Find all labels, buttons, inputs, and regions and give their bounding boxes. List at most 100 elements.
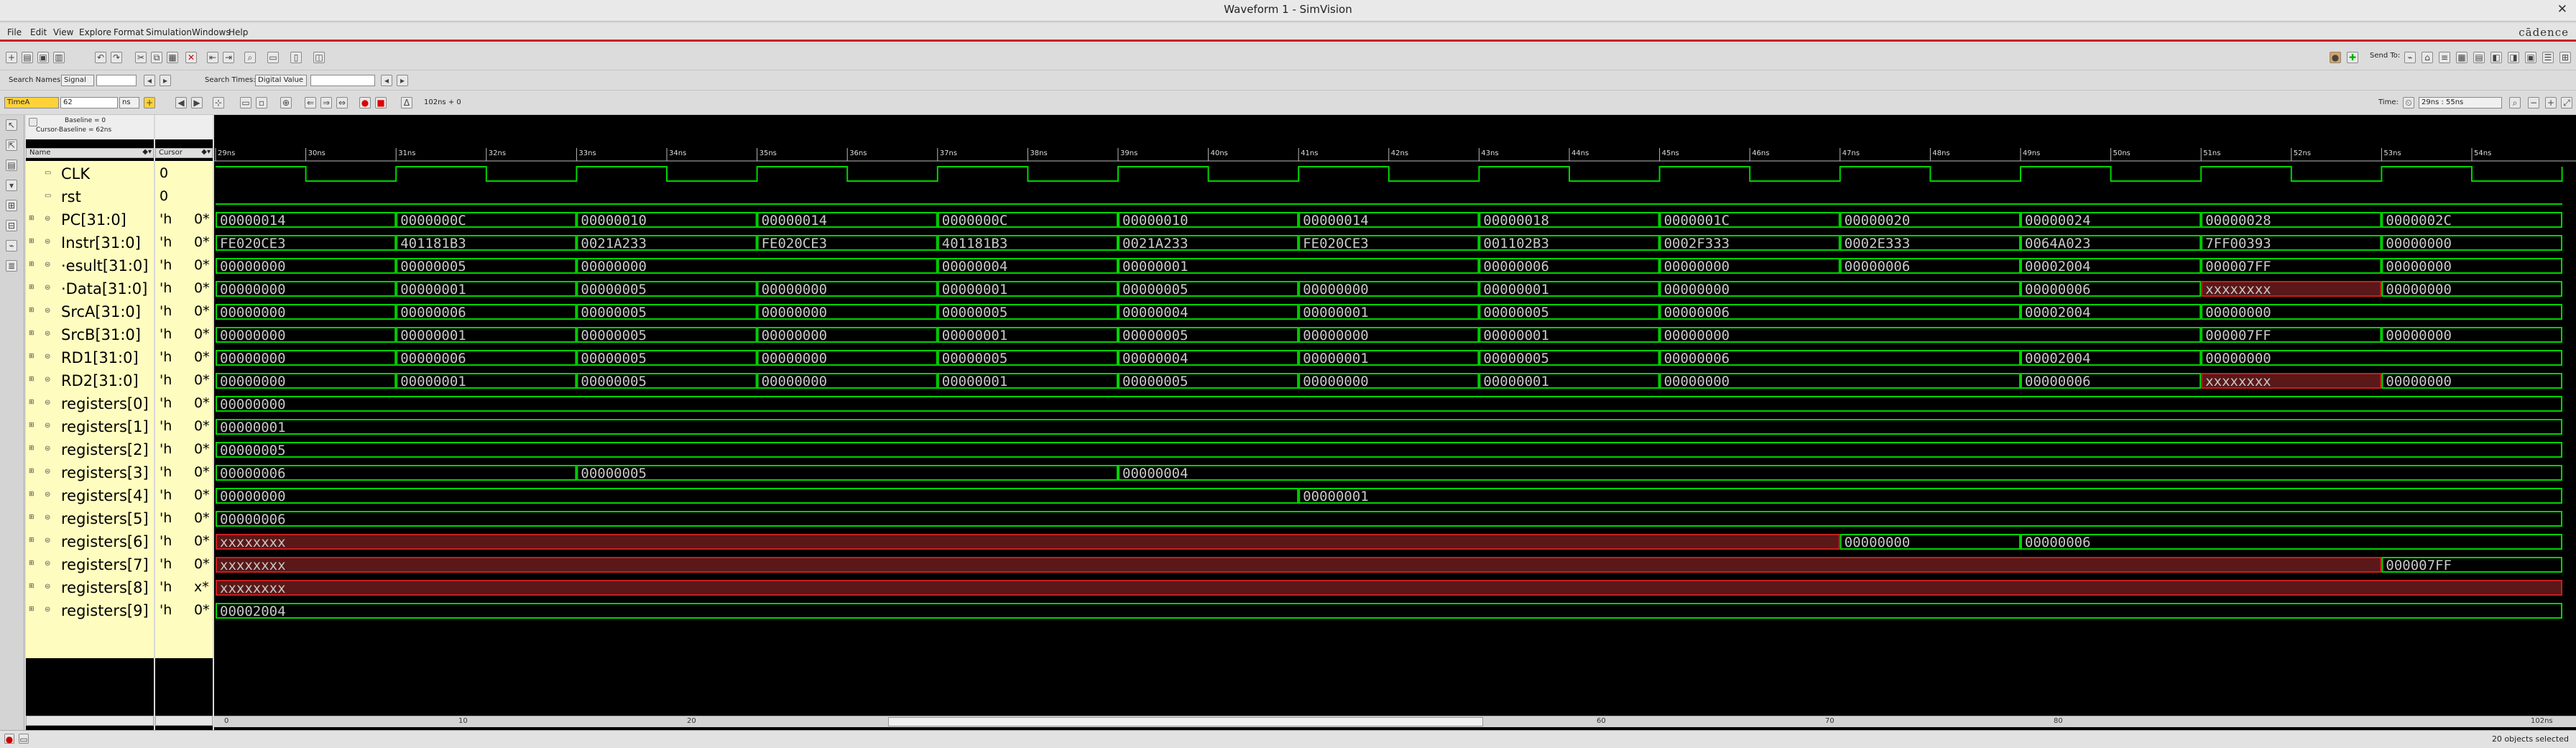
signal-row[interactable]: ⊞ ⊜ registers[7] bbox=[26, 552, 154, 575]
close-icon[interactable]: ✕ bbox=[2557, 2, 2567, 17]
clk-waveform[interactable] bbox=[216, 166, 2563, 182]
redo-icon[interactable]: ↷ bbox=[111, 52, 122, 63]
pointer-icon[interactable]: ⇱ bbox=[6, 139, 17, 151]
cursor-value-row[interactable]: 'h 0* bbox=[155, 253, 213, 276]
signal-row[interactable]: ⊞ ⊜ RD1[31:0] bbox=[26, 345, 154, 368]
expand-icon[interactable]: ⊞ bbox=[29, 284, 34, 291]
cursor-panel-scrollbar[interactable] bbox=[155, 716, 213, 726]
send-to-add-icon[interactable]: ✚ bbox=[2347, 52, 2358, 63]
expand-icon[interactable]: ⊞ bbox=[29, 330, 34, 337]
group-icon[interactable]: ▤ bbox=[6, 160, 17, 171]
search-times-mode-select[interactable]: Digital Value bbox=[255, 75, 307, 86]
signal-row[interactable]: ⊞ ⊜ ·esult[31:0] bbox=[26, 253, 154, 276]
bus-segment[interactable] bbox=[1659, 327, 2202, 343]
expand-icon[interactable]: ⊞ bbox=[29, 468, 34, 475]
search-names-next-icon[interactable]: ▸ bbox=[160, 75, 171, 86]
search-times-next-icon[interactable]: ▸ bbox=[397, 75, 408, 86]
zoom-cursor-icon[interactable]: ⤢ bbox=[2561, 97, 2572, 108]
waveform-panel[interactable]: 29ns 30ns 31ns 32ns 33ns 34ns 35ns 36ns 37ns 38ns… bbox=[214, 115, 2576, 730]
signal-row[interactable]: ⊞ ⊜ registers[3] bbox=[26, 460, 154, 483]
signal-row[interactable]: ⊞ ⊜ SrcA[31:0] bbox=[26, 299, 154, 322]
expand-icon[interactable]: ⊞ bbox=[29, 514, 34, 521]
bus-segment[interactable] bbox=[1118, 465, 2562, 481]
cursor-value-row[interactable]: 'h 0* bbox=[155, 276, 213, 299]
send-to-register-icon[interactable]: ▦ bbox=[2456, 52, 2467, 63]
bus-segment[interactable] bbox=[216, 557, 2382, 573]
step-back-icon[interactable]: ⇤ bbox=[207, 52, 218, 63]
cursor-value-row[interactable]: 'h 0* bbox=[155, 506, 213, 529]
cursor-column-header[interactable]: Cursor ◆▾ bbox=[155, 148, 213, 158]
cursor-value-row[interactable]: 'h 0* bbox=[155, 437, 213, 460]
cursor-value-row[interactable]: 'h 0* bbox=[155, 598, 213, 621]
cursor-value-row[interactable]: 'h 0* bbox=[155, 552, 213, 575]
time-range-select[interactable]: 29ns : 55ns bbox=[2419, 97, 2502, 108]
expand-icon[interactable]: ⊞ bbox=[29, 238, 34, 245]
zoom-area-icon[interactable]: ▫ bbox=[256, 97, 267, 108]
undo-icon[interactable]: ↶ bbox=[95, 52, 106, 63]
cursor-sort-icon[interactable]: ◆▾ bbox=[201, 148, 211, 157]
expand-icon[interactable]: ⊞ bbox=[29, 353, 34, 360]
probe-icon[interactable]: ⌁ bbox=[6, 240, 17, 251]
expand-icon[interactable]: ⊞ bbox=[29, 215, 34, 222]
search-times-input[interactable] bbox=[310, 75, 375, 86]
search-names-input[interactable] bbox=[96, 75, 137, 86]
run-stop-icon[interactable]: ● bbox=[359, 97, 371, 108]
menu-edit[interactable]: Edit bbox=[30, 27, 47, 37]
bus-segment[interactable] bbox=[216, 580, 2562, 596]
zoom-in-small-icon[interactable]: + bbox=[2545, 97, 2557, 108]
save-icon[interactable]: ▥ bbox=[53, 52, 65, 63]
cursor-value-row[interactable]: 'h 0* bbox=[155, 345, 213, 368]
expand-icon[interactable]: ⊞ bbox=[6, 200, 17, 211]
expand-icon[interactable]: ⊞ bbox=[29, 537, 34, 544]
pan-icon[interactable]: ⇔ bbox=[336, 97, 348, 108]
send-to-memory-icon[interactable]: ▤ bbox=[2473, 52, 2485, 63]
layout-icon[interactable]: ▭ bbox=[267, 52, 279, 63]
stop-icon[interactable]: ● bbox=[4, 734, 14, 744]
next-edge-icon[interactable]: ▶ bbox=[191, 97, 203, 108]
cursor-unit-select[interactable]: ns bbox=[119, 97, 139, 108]
signal-row[interactable]: ⊞ ⊜ registers[2] bbox=[26, 437, 154, 460]
menu-explore[interactable]: Explore bbox=[79, 27, 111, 37]
record-icon[interactable]: ■ bbox=[375, 97, 387, 108]
send-to-source-icon[interactable]: ≡ bbox=[2439, 52, 2450, 63]
marker-icon[interactable]: ▾ bbox=[6, 180, 17, 191]
menu-format[interactable]: Format bbox=[114, 27, 144, 37]
window-options-icon[interactable]: ◫ bbox=[313, 52, 325, 63]
bus-segment[interactable] bbox=[216, 442, 2562, 458]
menu-view[interactable]: View bbox=[53, 27, 73, 37]
signal-row[interactable]: ⊞ ⊜ registers[9] bbox=[26, 598, 154, 621]
cursor-value-row[interactable]: 'h 0* bbox=[155, 299, 213, 322]
cursor-value-row[interactable]: 'h 0* bbox=[155, 391, 213, 414]
send-to-grid-icon[interactable]: ⊞ bbox=[2559, 52, 2571, 63]
waveform-scrollbar[interactable]: 0 10 20 60 70 80 102ns bbox=[214, 716, 2576, 727]
signal-row[interactable]: ⊞ ⊜ registers[5] bbox=[26, 506, 154, 529]
cut-icon[interactable]: ✂ bbox=[135, 52, 147, 63]
expand-icon[interactable]: ⊞ bbox=[29, 376, 34, 383]
signal-row[interactable]: ▭ rst bbox=[26, 184, 154, 207]
zoom-full-icon[interactable]: ▭ bbox=[240, 97, 251, 108]
signal-row[interactable]: ⊞ ⊜ registers[6] bbox=[26, 529, 154, 552]
send-to-design-icon[interactable]: ◨ bbox=[2508, 52, 2519, 63]
find-icon[interactable]: ⌕ bbox=[244, 52, 256, 63]
zoom-out-icon[interactable]: − bbox=[2528, 97, 2539, 108]
signal-row[interactable]: ⊞ ⊜ ·Data[31:0] bbox=[26, 276, 154, 299]
expand-icon[interactable]: ⊞ bbox=[29, 399, 34, 406]
send-to-table-icon[interactable]: ▣ bbox=[2525, 52, 2536, 63]
send-to-watch-icon[interactable]: ◧ bbox=[2490, 52, 2502, 63]
cursor-value-row[interactable]: 'h 0* bbox=[155, 483, 213, 506]
bus-segment[interactable] bbox=[2021, 534, 2562, 550]
bus-segment[interactable] bbox=[216, 534, 1840, 550]
snap-icon[interactable]: ⊹ bbox=[213, 97, 224, 108]
waveform-canvas[interactable]: 29ns 30ns 31ns 32ns 33ns 34ns 35ns 36ns 37ns 38ns… bbox=[214, 115, 2576, 716]
cursor-time-input[interactable]: 62 bbox=[60, 97, 118, 108]
cursor-value-row[interactable]: 'h 0* bbox=[155, 207, 213, 230]
step-forward-icon[interactable]: ⇥ bbox=[223, 52, 234, 63]
cursor-value-row[interactable]: 'h 0* bbox=[155, 414, 213, 437]
bus-segment[interactable] bbox=[216, 396, 2562, 412]
pan-right-icon[interactable]: ⇒ bbox=[320, 97, 332, 108]
bus-segment[interactable] bbox=[576, 465, 1118, 481]
cursor-name-select[interactable]: TimeA bbox=[4, 97, 59, 108]
time-range-icon[interactable]: ⏲ bbox=[2403, 97, 2414, 108]
bus-segment[interactable] bbox=[216, 419, 2562, 435]
cursor-value-row[interactable]: 'h 0* bbox=[155, 230, 213, 253]
